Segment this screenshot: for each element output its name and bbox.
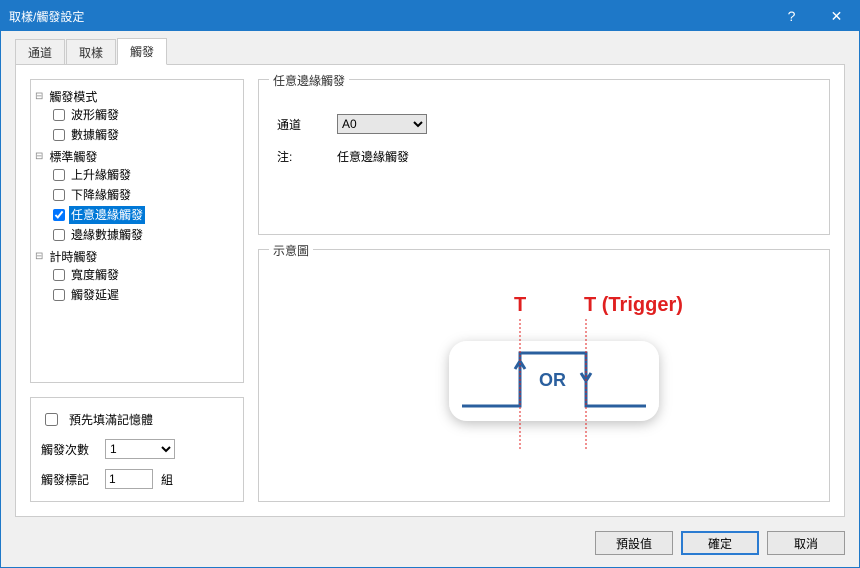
- options-panel: 預先填滿記憶體 觸發次數 1 觸發標記 組: [30, 397, 244, 502]
- tree-group-timing-label: 計時觸發: [47, 248, 99, 266]
- dialog-window: 取樣/觸發設定 ? ✕ 通道 取樣 觸發 觸發模式 波形觸發 數據觸發: [0, 0, 860, 568]
- tree-item-width-label: 寬度觸發: [69, 266, 121, 284]
- checkbox-rising[interactable]: [53, 169, 65, 181]
- tree-group-standard[interactable]: 標準觸發 上升緣觸發 下降緣觸發 任意邊緣觸發 邊緣數據觸發: [37, 146, 237, 246]
- button-bar: 預設值 確定 取消: [1, 523, 859, 567]
- tab-trigger[interactable]: 觸發: [117, 38, 167, 65]
- tree-item-waveform[interactable]: 波形觸發: [53, 106, 237, 126]
- diagram-label-t1: T: [514, 294, 526, 316]
- checkbox-waveform[interactable]: [53, 109, 65, 121]
- tree-item-falling-label: 下降緣觸發: [69, 186, 133, 204]
- tree-item-falling[interactable]: 下降緣觸發: [53, 186, 237, 206]
- tree-item-waveform-label: 波形觸發: [69, 106, 121, 124]
- prefill-memory-label: 預先填滿記憶體: [69, 411, 153, 428]
- tree-item-anyedge[interactable]: 任意邊緣觸發: [53, 206, 237, 226]
- diagram-label-t2: T (Trigger): [584, 294, 683, 316]
- help-button[interactable]: ?: [769, 1, 814, 31]
- trigger-mark-unit: 組: [161, 471, 173, 488]
- trigger-diagram: T T (Trigger): [259, 250, 829, 501]
- trigger-count-label: 觸發次數: [41, 441, 97, 458]
- tree-item-data[interactable]: 數據觸發: [53, 126, 237, 146]
- checkbox-width[interactable]: [53, 269, 65, 281]
- checkbox-edgedata[interactable]: [53, 229, 65, 241]
- tree-item-delay[interactable]: 觸發延遲: [53, 286, 237, 306]
- checkbox-anyedge[interactable]: [53, 209, 65, 221]
- group-any-edge-legend: 任意邊緣觸發: [269, 72, 349, 89]
- tab-channel[interactable]: 通道: [15, 39, 65, 65]
- tree-group-mode[interactable]: 觸發模式 波形觸發 數據觸發: [37, 86, 237, 146]
- tree-group-standard-label: 標準觸發: [47, 148, 99, 166]
- ok-button[interactable]: 確定: [681, 531, 759, 555]
- tab-sampling[interactable]: 取樣: [66, 39, 116, 65]
- tree-group-mode-label: 觸發模式: [47, 88, 99, 106]
- tab-strip: 通道 取樣 觸發: [1, 31, 859, 64]
- note-label: 注:: [277, 148, 337, 165]
- cancel-button[interactable]: 取消: [767, 531, 845, 555]
- diagram-or-text: OR: [539, 370, 566, 390]
- left-column: 觸發模式 波形觸發 數據觸發 標準觸發 上升緣觸發 下降緣觸發 任意邊緣觸發 邊…: [30, 79, 244, 502]
- tree-item-width[interactable]: 寬度觸發: [53, 266, 237, 286]
- window-title: 取樣/觸發設定: [1, 8, 769, 25]
- trigger-diagram-svg: T T (Trigger): [384, 281, 704, 471]
- tree-item-delay-label: 觸發延遲: [69, 286, 121, 304]
- channel-select[interactable]: A0: [337, 114, 427, 134]
- channel-label: 通道: [277, 116, 337, 133]
- checkbox-data[interactable]: [53, 129, 65, 141]
- trigger-tree[interactable]: 觸發模式 波形觸發 數據觸發 標準觸發 上升緣觸發 下降緣觸發 任意邊緣觸發 邊…: [30, 79, 244, 383]
- tree-item-edgedata[interactable]: 邊緣數據觸發: [53, 226, 237, 246]
- right-column: 任意邊緣觸發 通道 A0 注: 任意邊緣觸發 示意圖 T: [258, 79, 830, 502]
- tree-item-edgedata-label: 邊緣數據觸發: [69, 226, 145, 244]
- tree-item-rising[interactable]: 上升緣觸發: [53, 166, 237, 186]
- close-button[interactable]: ✕: [814, 1, 859, 31]
- checkbox-prefill-memory[interactable]: [45, 413, 58, 426]
- title-bar: 取樣/觸發設定 ? ✕: [1, 1, 859, 31]
- checkbox-delay[interactable]: [53, 289, 65, 301]
- checkbox-falling[interactable]: [53, 189, 65, 201]
- tree-item-rising-label: 上升緣觸發: [69, 166, 133, 184]
- tree-group-timing[interactable]: 計時觸發 寬度觸發 觸發延遲: [37, 246, 237, 306]
- trigger-mark-input[interactable]: [105, 469, 153, 489]
- tab-content: 觸發模式 波形觸發 數據觸發 標準觸發 上升緣觸發 下降緣觸發 任意邊緣觸發 邊…: [15, 64, 845, 517]
- trigger-count-select[interactable]: 1: [105, 439, 175, 459]
- group-any-edge: 任意邊緣觸發 通道 A0 注: 任意邊緣觸發: [258, 79, 830, 235]
- group-diagram: 示意圖 T T (Trigger): [258, 249, 830, 502]
- trigger-mark-label: 觸發標記: [41, 471, 97, 488]
- defaults-button[interactable]: 預設值: [595, 531, 673, 555]
- tree-item-anyedge-label: 任意邊緣觸發: [69, 206, 145, 224]
- tree-item-data-label: 數據觸發: [69, 126, 121, 144]
- note-text: 任意邊緣觸發: [337, 148, 409, 165]
